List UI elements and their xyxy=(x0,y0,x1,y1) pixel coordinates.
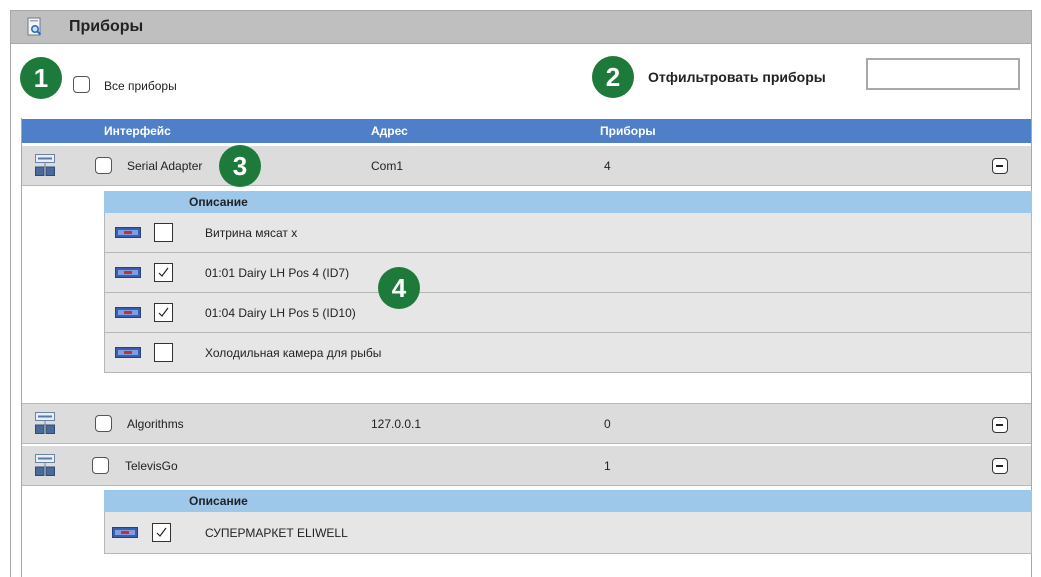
device-name: 01:01 Dairy LH Pos 4 (ID7) xyxy=(205,266,350,280)
device-checkbox[interactable] xyxy=(154,223,173,242)
window-title: Приборы xyxy=(69,18,144,35)
checkmark-icon xyxy=(158,307,169,317)
device-checkbox-checked[interactable] xyxy=(154,263,173,282)
all-devices-label: Все приборы xyxy=(104,79,177,93)
device-row[interactable]: 01:04 Dairy LH Pos 5 (ID10) xyxy=(104,293,1032,333)
controller-icon xyxy=(115,227,141,238)
interface-checkbox[interactable] xyxy=(92,457,109,474)
device-checkbox-checked[interactable] xyxy=(152,523,171,542)
interface-name: Algorithms xyxy=(127,417,184,431)
device-row[interactable]: Холодильная камера для рыбы xyxy=(104,333,1032,373)
interface-checkbox[interactable] xyxy=(95,157,112,174)
device-checkbox-checked[interactable] xyxy=(154,303,173,322)
collapse-button[interactable] xyxy=(992,158,1008,174)
callout-badge-2: 2 xyxy=(592,56,634,98)
device-row[interactable]: Витрина мясат х xyxy=(104,213,1032,253)
all-devices-checkbox[interactable] xyxy=(73,76,90,93)
interface-device-count: 1 xyxy=(604,459,611,473)
interface-name: Serial Adapter xyxy=(127,159,203,173)
collapse-button[interactable] xyxy=(992,458,1008,474)
column-devices: Приборы xyxy=(600,124,656,138)
controller-icon xyxy=(115,267,141,278)
controller-icon xyxy=(115,347,141,358)
interface-row[interactable]: TelevisGo 1 xyxy=(22,446,1031,486)
device-row[interactable]: СУПЕРМАРКЕТ ELIWELL xyxy=(104,512,1032,554)
interface-name: TelevisGo xyxy=(125,459,178,473)
device-name: СУПЕРМАРКЕТ ELIWELL xyxy=(205,526,348,540)
frame-border-left xyxy=(10,44,11,577)
callout-badge-1: 1 xyxy=(20,57,62,99)
device-name: 01:04 Dairy LH Pos 5 (ID10) xyxy=(205,306,356,320)
interface-device-count: 4 xyxy=(604,159,611,173)
device-row[interactable]: 01:01 Dairy LH Pos 4 (ID7) xyxy=(104,253,1032,293)
filter-input[interactable] xyxy=(866,58,1020,90)
interface-row[interactable]: Algorithms 127.0.0.1 0 xyxy=(22,404,1031,444)
column-description: Описание xyxy=(189,195,248,209)
interface-device-count: 0 xyxy=(604,417,611,431)
interface-address: Com1 xyxy=(371,159,404,173)
device-name: Холодильная камера для рыбы xyxy=(205,346,382,360)
interface-checkbox[interactable] xyxy=(95,415,112,432)
title-bar: Приборы xyxy=(10,10,1032,44)
column-interface: Интерфейс xyxy=(104,124,171,138)
collapse-button[interactable] xyxy=(992,417,1008,433)
network-interface-icon xyxy=(35,412,55,434)
callout-badge-3: 3 xyxy=(219,145,261,187)
devices-subtable-header: Описание xyxy=(104,490,1032,512)
interface-address: 127.0.0.1 xyxy=(371,417,422,431)
controller-icon xyxy=(115,307,141,318)
table-header: Интерфейс Адрес Приборы xyxy=(22,119,1031,143)
devices-subtable-header: Описание xyxy=(104,191,1032,213)
checkmark-icon xyxy=(158,267,169,277)
devices-window: Приборы 1 Все приборы 2 Отфильтровать пр… xyxy=(0,0,1041,577)
controller-icon xyxy=(112,527,138,538)
device-name: Витрина мясат х xyxy=(205,226,298,240)
device-checkbox[interactable] xyxy=(154,343,173,362)
checkmark-icon xyxy=(156,527,167,537)
document-search-icon xyxy=(27,17,42,36)
filter-label: Отфильтровать приборы xyxy=(648,69,826,85)
callout-badge-4: 4 xyxy=(378,267,420,309)
interface-row[interactable]: Serial Adapter Com1 4 xyxy=(22,146,1031,186)
column-description: Описание xyxy=(189,494,248,508)
column-address: Адрес xyxy=(371,124,408,138)
network-interface-icon xyxy=(35,154,55,176)
network-interface-icon xyxy=(35,454,55,476)
